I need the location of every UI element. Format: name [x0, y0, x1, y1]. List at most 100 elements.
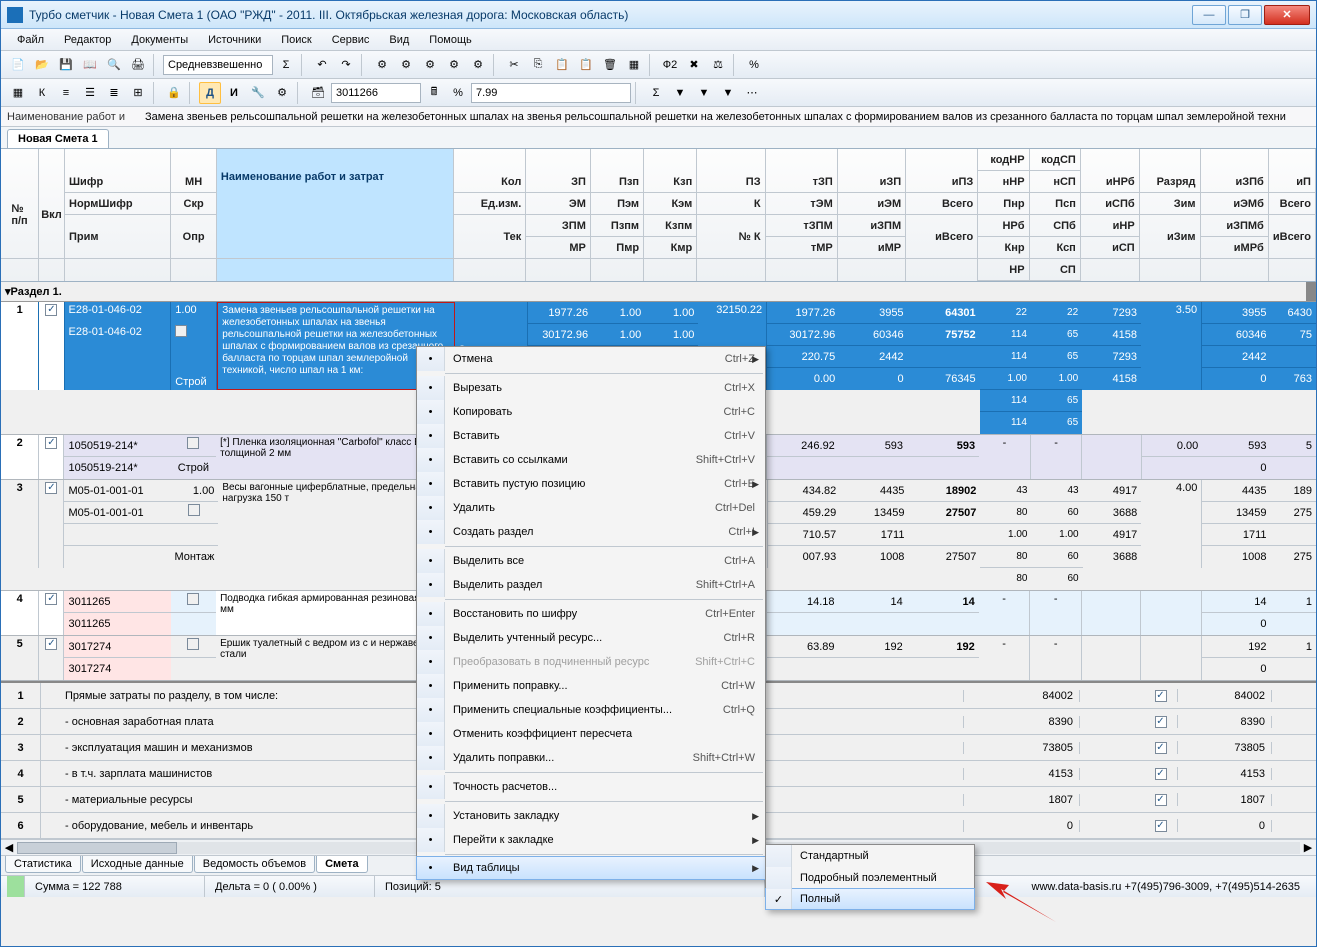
d-button[interactable]: Д [199, 82, 221, 104]
tab-volumes[interactable]: Ведомость объемов [194, 856, 315, 873]
tool-b-icon[interactable]: ⚙ [395, 54, 417, 76]
context-item[interactable]: •Выделить учтенный ресурс...Ctrl+R [417, 626, 765, 650]
context-item[interactable]: •Удалить поправки...Shift+Ctrl+W [417, 746, 765, 770]
context-item[interactable]: •Установить закладку▶ [417, 804, 765, 828]
rows-icon[interactable]: ≡ [55, 82, 77, 104]
description-label: Наименование работ и [7, 111, 125, 123]
redo-icon[interactable]: ↷ [335, 54, 357, 76]
context-item[interactable]: •Создать разделCtrl+I▶ [417, 520, 765, 544]
phi-icon[interactable]: Ф2 [659, 54, 681, 76]
gear2-icon[interactable]: ⚙ [271, 82, 293, 104]
close-button[interactable]: ✕ [1264, 5, 1310, 25]
context-item[interactable]: •Восстановить по шифруCtrl+Enter [417, 602, 765, 626]
cancel-coef-icon[interactable]: ✖ [683, 54, 705, 76]
context-item[interactable]: •Перейти к закладке▶ [417, 828, 765, 852]
undo-icon[interactable]: ↶ [311, 54, 333, 76]
row-checkbox[interactable] [45, 437, 57, 449]
app-icon [7, 7, 23, 23]
submenu-item[interactable]: ✓Полный [765, 888, 975, 910]
index-mode-select[interactable]: Средневзвешенно [163, 55, 273, 75]
context-item[interactable]: •ОтменаCtrl+Z▶ [417, 347, 765, 371]
balance-icon[interactable]: ⚖ [707, 54, 729, 76]
context-menu: •ОтменаCtrl+Z▶ •ВырезатьCtrl+X•Копировать… [416, 346, 766, 880]
i-button[interactable]: И [223, 82, 245, 104]
menu-service[interactable]: Сервис [324, 32, 378, 48]
save-icon[interactable]: 💾 [55, 54, 77, 76]
tab-statistics[interactable]: Статистика [5, 856, 81, 873]
annotation-arrow [981, 877, 1061, 927]
tree-icon[interactable]: ⊞ [127, 82, 149, 104]
filter3-icon[interactable]: ▼ [717, 82, 739, 104]
code-input[interactable]: 3011266 [331, 83, 421, 103]
preview-icon[interactable]: 🔍 [103, 54, 125, 76]
status-link[interactable]: www.data-basis.ru +7(495)796-3009, +7(49… [1022, 876, 1310, 897]
paste-link-icon[interactable]: 📋 [575, 54, 597, 76]
section-header[interactable]: ▾ Раздел 1. [1, 282, 1316, 302]
k-icon[interactable]: К [31, 82, 53, 104]
filter-icon[interactable]: ▼ [669, 82, 691, 104]
book-icon[interactable]: 📖 [79, 54, 101, 76]
tool-c-icon[interactable]: ⚙ [419, 54, 441, 76]
minimize-button[interactable]: — [1192, 5, 1226, 25]
table-icon[interactable]: ▦ [7, 82, 29, 104]
menu-sources[interactable]: Источники [200, 32, 269, 48]
context-item[interactable]: •Точность расчетов... [417, 775, 765, 799]
delete-icon[interactable]: 🗑 [599, 54, 621, 76]
tab-estimate[interactable]: Смета [316, 856, 368, 873]
context-item[interactable]: •Вставить со ссылкамиShift+Ctrl+V [417, 448, 765, 472]
context-item[interactable]: •Выделить разделShift+Ctrl+A [417, 573, 765, 597]
menu-view[interactable]: Вид [381, 32, 417, 48]
new-icon[interactable]: 📄 [7, 54, 29, 76]
context-item[interactable]: •Преобразовать в подчиненный ресурсShift… [417, 650, 765, 674]
context-item[interactable]: •Вставить пустую позициюCtrl+E▶ [417, 472, 765, 496]
sigma-icon[interactable]: Σ [275, 54, 297, 76]
context-item[interactable]: •Отменить коэффициент пересчета [417, 722, 765, 746]
menu-search[interactable]: Поиск [273, 32, 319, 48]
submenu-item[interactable]: Подробный поэлементный [766, 867, 974, 889]
sum-icon[interactable]: Σ [645, 82, 667, 104]
calc-icon[interactable]: 🖩 [423, 82, 445, 104]
print-icon[interactable]: 🖨 [127, 54, 149, 76]
pct2-icon[interactable]: % [447, 82, 469, 104]
percent-icon[interactable]: % [743, 54, 765, 76]
lock-icon[interactable]: 🔒 [163, 82, 185, 104]
tool-e-icon[interactable]: ⚙ [467, 54, 489, 76]
cols-icon[interactable]: ☰ [79, 82, 101, 104]
tool-a-icon[interactable]: ⚙ [371, 54, 393, 76]
maximize-button[interactable]: ❐ [1228, 5, 1262, 25]
open-icon[interactable]: 📂 [31, 54, 53, 76]
price-input[interactable]: 7.99 [471, 83, 631, 103]
tool-d-icon[interactable]: ⚙ [443, 54, 465, 76]
copy-icon[interactable]: ⎘ [527, 54, 549, 76]
menu-help[interactable]: Помощь [421, 32, 480, 48]
row-checkbox[interactable] [45, 593, 57, 605]
context-item[interactable]: •Выделить всеCtrl+A [417, 549, 765, 573]
submenu-item[interactable]: Стандартный [766, 845, 974, 867]
menu-documents[interactable]: Документы [123, 32, 196, 48]
menu-file[interactable]: Файл [9, 32, 52, 48]
cut-icon[interactable]: ✂ [503, 54, 525, 76]
context-item[interactable]: •Применить специальные коэффициенты...Ct… [417, 698, 765, 722]
status-sum: Сумма = 122 788 [25, 876, 205, 897]
context-item[interactable]: •Вид таблицы▶ [416, 856, 766, 880]
list-icon[interactable]: ≣ [103, 82, 125, 104]
grid-icon[interactable]: ▦ [623, 54, 645, 76]
context-item[interactable]: •ВставитьCtrl+V [417, 424, 765, 448]
context-item[interactable]: •ВырезатьCtrl+X [417, 376, 765, 400]
context-item[interactable]: •Применить поправку...Ctrl+W [417, 674, 765, 698]
more-icon[interactable]: ⋯ [741, 82, 763, 104]
row-checkbox[interactable] [45, 482, 57, 494]
context-item[interactable]: •УдалитьCtrl+Del [417, 496, 765, 520]
context-item[interactable]: •КопироватьCtrl+C [417, 400, 765, 424]
db-icon[interactable]: 🗃 [307, 82, 329, 104]
row-checkbox[interactable] [45, 304, 57, 316]
wrench-icon[interactable]: 🔧 [247, 82, 269, 104]
paste-icon[interactable]: 📋 [551, 54, 573, 76]
tab-doc[interactable]: Новая Смета 1 [7, 129, 109, 148]
filter2-icon[interactable]: ▼ [693, 82, 715, 104]
menubar: Файл Редактор Документы Источники Поиск … [1, 29, 1316, 51]
description-bar: Наименование работ и Замена звеньев рель… [1, 107, 1316, 127]
row-checkbox[interactable] [45, 638, 57, 650]
tab-source-data[interactable]: Исходные данные [82, 856, 193, 873]
menu-editor[interactable]: Редактор [56, 32, 119, 48]
